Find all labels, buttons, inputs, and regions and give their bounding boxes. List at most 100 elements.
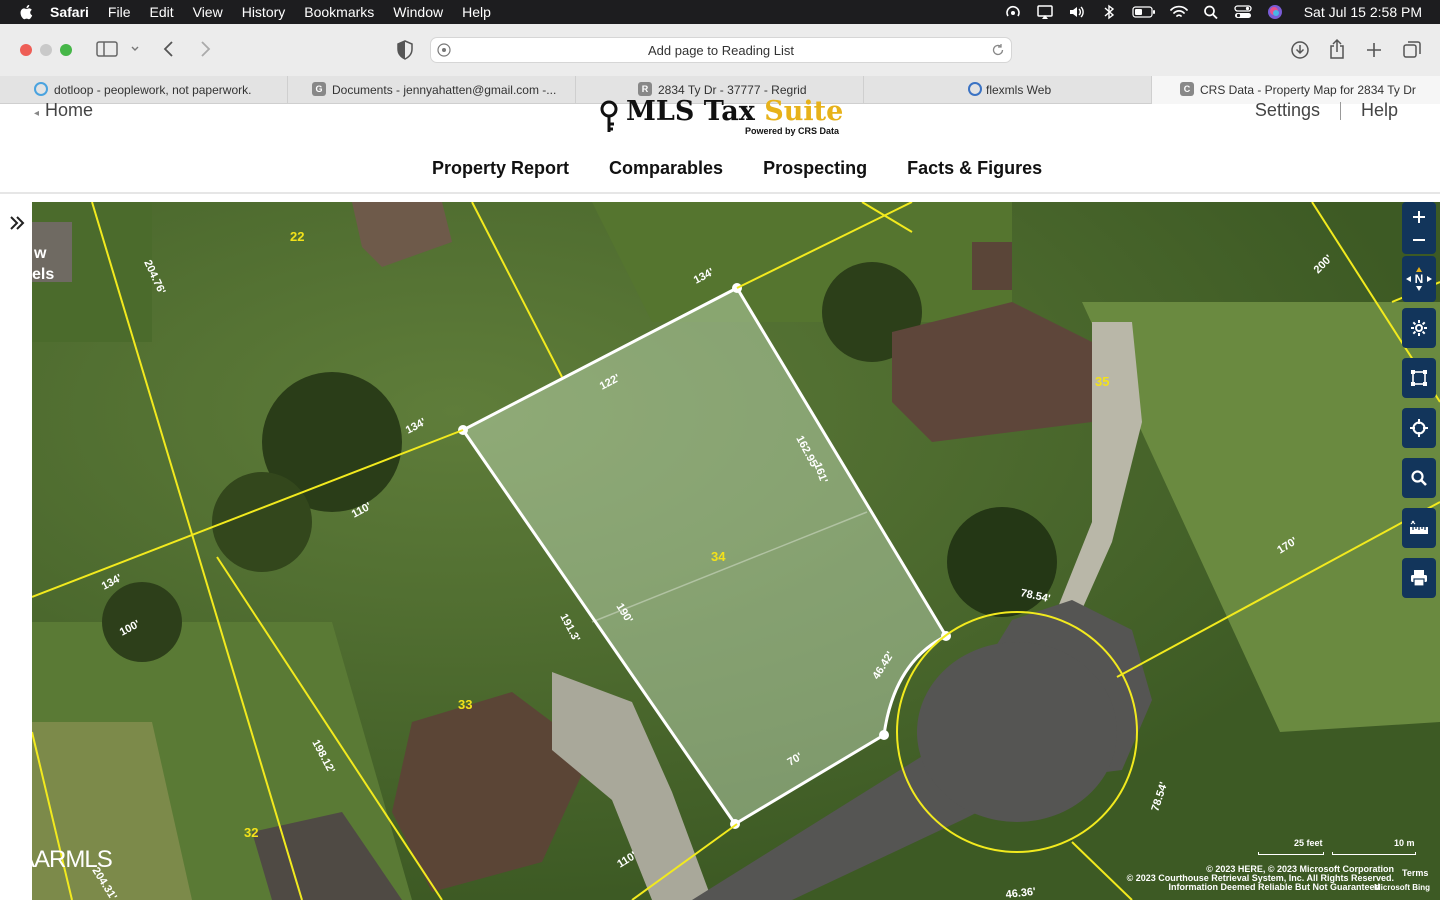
- divider: [1339, 101, 1341, 120]
- tab-google-docs[interactable]: G Documents - jennyahatten@gmail.com -..…: [288, 76, 576, 104]
- reload-icon[interactable]: [991, 43, 1005, 57]
- parcel-measurement: 122': [598, 372, 622, 393]
- tab-group-chevron-icon[interactable]: [130, 44, 140, 54]
- rotate-down-icon: [1416, 286, 1422, 291]
- zoom-in-icon[interactable]: [1411, 209, 1427, 225]
- compass-control[interactable]: N: [1402, 256, 1436, 302]
- mls-tax-suite-logo[interactable]: MLS Tax Suite Powered by CRS Data: [598, 96, 848, 136]
- wifi-icon[interactable]: [1169, 4, 1188, 20]
- lot-number: 33: [458, 697, 472, 712]
- spotlight-search-icon[interactable]: [1202, 4, 1220, 20]
- tab-label: 2834 Ty Dr - 37777 - Regrid: [658, 83, 807, 97]
- screen-mirroring-icon[interactable]: [1036, 4, 1054, 20]
- volume-icon[interactable]: [1068, 4, 1086, 20]
- ruler-icon: [1410, 520, 1428, 534]
- rotate-right-icon: [1427, 276, 1433, 282]
- parcel-measurement: 200': [1312, 253, 1336, 277]
- home-label: Home: [45, 100, 94, 120]
- menu-view[interactable]: View: [193, 4, 223, 20]
- layer-legend-partial: w: [33, 245, 47, 262]
- parcel-measurement: 190': [613, 601, 634, 625]
- scale-bar-meters: [1332, 852, 1416, 855]
- nav-comparables[interactable]: Comparables: [609, 158, 723, 179]
- tab-label: CRS Data - Property Map for 2834 Ty Dr: [1200, 83, 1416, 97]
- tab-label: dotloop - peoplework, not paperwork.: [54, 83, 252, 97]
- menu-window[interactable]: Window: [393, 4, 443, 20]
- new-tab-icon[interactable]: [1365, 41, 1383, 59]
- menu-file[interactable]: File: [108, 4, 131, 20]
- menu-app-name[interactable]: Safari: [50, 4, 89, 20]
- nav-facts-figures[interactable]: Facts & Figures: [907, 158, 1042, 179]
- window-close-button[interactable]: [20, 44, 32, 56]
- map-labels-layer: 22 35 34 33 32 204.76' 134' 122' 134' 11…: [32, 229, 1336, 900]
- chevron-left-icon: ◂: [34, 108, 40, 119]
- parcel-measurement: 134': [404, 416, 428, 437]
- parcel-measurement: 78.54': [1019, 587, 1051, 605]
- search-icon: [1411, 470, 1427, 486]
- map-print-button[interactable]: [1402, 558, 1436, 598]
- forward-button-icon[interactable]: [198, 40, 212, 58]
- tab-favicon: C: [1180, 82, 1194, 96]
- zoom-control: [1402, 202, 1436, 254]
- parcel-measurement: 100': [118, 618, 142, 639]
- map-locate-button[interactable]: [1402, 408, 1436, 448]
- map-disclaimer: Information Deemed Reliable But Not Guar…: [1168, 882, 1380, 892]
- apple-menu-icon[interactable]: [18, 3, 36, 21]
- map-select-area-button[interactable]: [1402, 358, 1436, 398]
- back-button-icon[interactable]: [162, 40, 176, 58]
- selection-box-icon: [1411, 370, 1427, 386]
- scale-bar-feet: [1258, 852, 1324, 855]
- parcel-measurement: 191.3': [557, 612, 582, 645]
- menu-bookmarks[interactable]: Bookmarks: [304, 4, 374, 20]
- lot-number-selected[interactable]: 34: [711, 549, 726, 564]
- privacy-shield-icon[interactable]: [396, 40, 414, 60]
- tab-favicon: G: [312, 82, 326, 96]
- nav-prospecting[interactable]: Prospecting: [763, 158, 867, 179]
- map-measure-button[interactable]: [1402, 508, 1436, 548]
- menu-edit[interactable]: Edit: [149, 4, 173, 20]
- parcel-measurement: 204.76': [141, 258, 167, 296]
- crosshair-icon: [1410, 419, 1428, 437]
- siri-icon[interactable]: [1266, 4, 1284, 20]
- share-icon[interactable]: [1328, 38, 1346, 60]
- lot-number: 32: [244, 825, 258, 840]
- tab-flexmls[interactable]: flexmls Web: [864, 76, 1152, 104]
- menu-clock[interactable]: Sat Jul 15 2:58 PM: [1304, 4, 1422, 20]
- tab-label: flexmls Web: [986, 83, 1052, 97]
- parcel-measurement: 170': [1275, 535, 1299, 556]
- bluetooth-icon[interactable]: [1100, 4, 1118, 20]
- sidebar-toggle-icon[interactable]: [96, 40, 118, 58]
- home-link[interactable]: ◂ Home: [34, 100, 93, 121]
- kaarmls-watermark: KAARMLS: [4, 846, 113, 873]
- parcel-measurement: 110': [350, 500, 374, 520]
- map-settings-button[interactable]: [1402, 308, 1436, 348]
- parcel-measurement: 70': [786, 751, 805, 769]
- help-link[interactable]: Help: [1361, 100, 1398, 121]
- gear-icon: [1411, 320, 1427, 336]
- tab-overview-icon[interactable]: [1402, 40, 1422, 60]
- parcel-measurement: 78.54': [1149, 780, 1170, 813]
- parcel-measurement: 110': [615, 849, 639, 870]
- site-header: ◂ Home MLS Tax Suite Powered by CRS Data …: [0, 96, 1440, 194]
- menu-help[interactable]: Help: [462, 4, 491, 20]
- menu-history[interactable]: History: [242, 4, 286, 20]
- battery-icon[interactable]: [1132, 4, 1156, 20]
- tab-favicon: R: [638, 82, 652, 96]
- parcel-measurement: 134': [692, 266, 716, 287]
- address-bar[interactable]: Add page to Reading List: [430, 37, 1012, 63]
- map-terms-link[interactable]: Terms: [1402, 868, 1428, 878]
- flexmls-icon: [968, 82, 982, 96]
- expand-panel-icon[interactable]: [6, 212, 28, 234]
- property-map[interactable]: 22 35 34 33 32 204.76' 134' 122' 134' 11…: [32, 202, 1440, 900]
- window-minimize-button[interactable]: [40, 44, 52, 56]
- airdrop-icon[interactable]: [1004, 4, 1022, 20]
- window-zoom-button[interactable]: [60, 44, 72, 56]
- downloads-icon[interactable]: [1290, 40, 1310, 60]
- key-logo-icon: [600, 100, 618, 132]
- map-search-button[interactable]: [1402, 458, 1436, 498]
- nav-property-report[interactable]: Property Report: [432, 158, 569, 179]
- settings-link[interactable]: Settings: [1255, 100, 1320, 121]
- zoom-out-icon[interactable]: [1411, 232, 1427, 248]
- control-center-icon[interactable]: [1234, 4, 1252, 20]
- tab-label: Documents - jennyahatten@gmail.com -...: [332, 83, 557, 97]
